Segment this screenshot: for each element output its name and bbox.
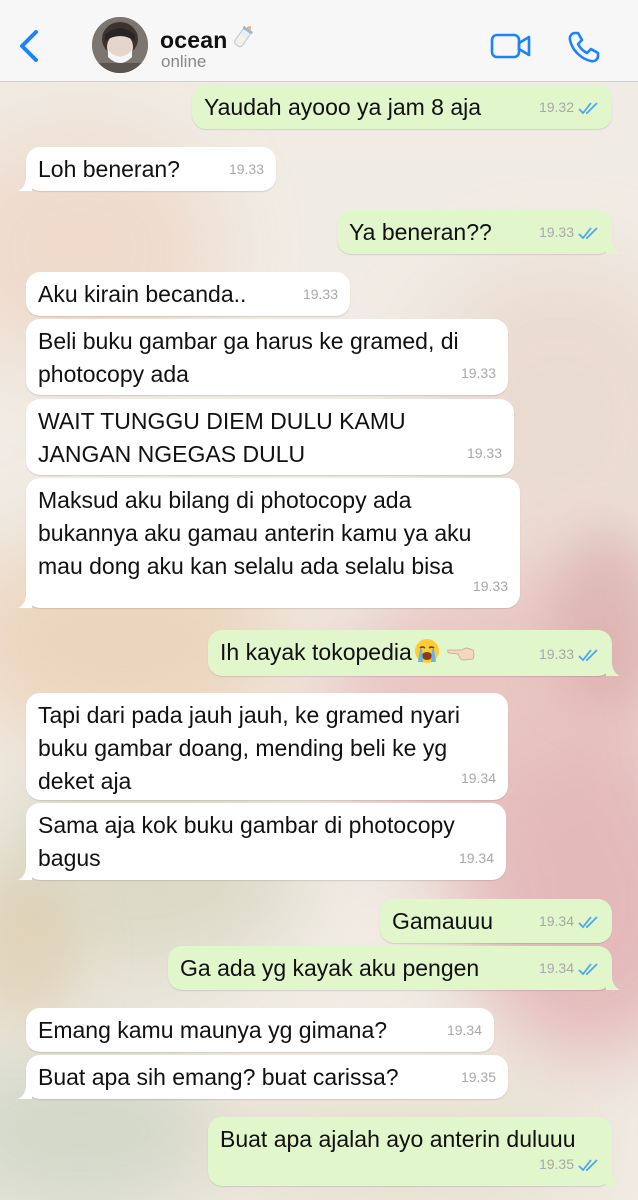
read-ticks-icon [578,915,598,928]
message-time: 19.35 [538,1156,574,1172]
message-time: 19.32 [538,99,574,115]
message-time: 19.34 [460,770,496,786]
message-meta: 19.35 [461,1061,496,1094]
message-meta: 19.34 [539,905,600,938]
video-call-icon[interactable] [490,30,532,62]
contact-name[interactable]: ocean [160,22,258,54]
message-meta: 19.33 [229,153,264,186]
contact-name-text: ocean [160,27,228,53]
incoming-message[interactable]: Tapi dari pada jauh jauh, ke gramed nyar… [26,693,508,800]
read-ticks-icon [578,226,598,239]
message-text: Aku kirain becanda.. [38,281,247,307]
message-meta: 19.32 [539,91,600,124]
bubble-tail [18,866,32,880]
message-time: 19.35 [460,1069,496,1085]
incoming-message[interactable]: Sama aja kok buku gambar di photocopy ba… [18,803,506,880]
outgoing-message[interactable]: Ga ada yg kayak aku pengen 19.34 [168,946,620,990]
message-meta: 19.34 [539,952,600,985]
message-time: 19.34 [538,960,574,976]
bubble-tail [18,177,32,191]
message-time: 19.33 [538,224,574,240]
chat-header: ocean online [0,0,638,82]
incoming-message[interactable]: WAIT TUNGGU DIEM DULU KAMU JANGAN NGEGAS… [26,399,514,475]
voice-call-icon[interactable] [566,29,602,65]
bubble-tail [18,1085,32,1099]
backhand-index-pointing-left-emoji [447,647,475,661]
message-text: Maksud aku bilang di photocopy ada bukan… [38,487,472,579]
avatar-photo [92,17,148,73]
message-text: Buat apa sih emang? buat carissa? [38,1064,399,1090]
outgoing-message[interactable]: Ih kayak tokopedia 19.33 [208,630,620,676]
message-time: 19.33 [472,578,508,594]
outgoing-message[interactable]: Yaudah ayooo ya jam 8 aja 19.32 [192,85,612,129]
back-icon[interactable] [14,28,44,64]
message-time: 19.33 [538,646,574,662]
bubble-tail [606,662,620,676]
message-time: 19.33 [228,161,264,177]
incoming-message[interactable]: Maksud aku bilang di photocopy ada bukan… [18,478,520,608]
incoming-message[interactable]: Buat apa sih emang? buat carissa? 19.35 [18,1055,508,1099]
baby-bottle-emoji [234,25,254,48]
incoming-message[interactable]: Emang kamu maunya yg gimana? 19.34 [26,1008,494,1052]
message-time: 19.33 [302,286,338,302]
incoming-message[interactable]: Loh beneran? 19.33 [18,147,276,191]
message-text: Tapi dari pada jauh jauh, ke gramed nyar… [38,702,460,794]
message-meta: 19.33 [473,570,508,603]
message-meta: 19.33 [467,437,502,470]
read-ticks-icon [578,648,598,661]
contact-status: online [161,52,207,71]
bubble-tail [18,594,32,608]
incoming-message[interactable]: Beli buku gambar ga harus ke gramed, di … [26,319,508,395]
message-time: 19.34 [538,913,574,929]
message-text: Beli buku gambar ga harus ke gramed, di … [38,328,459,387]
message-time: 19.33 [466,445,502,461]
message-text: Ga ada yg kayak aku pengen [180,955,480,981]
message-time: 19.34 [446,1022,482,1038]
message-meta: 19.33 [539,216,600,249]
message-time: 19.34 [458,850,494,866]
loudly-crying-face-emoji [414,639,439,663]
message-meta: 19.33 [461,357,496,390]
message-meta: 19.34 [459,842,494,875]
bubble-tail [606,976,620,990]
read-ticks-icon [578,962,598,975]
read-ticks-icon [578,1158,598,1171]
incoming-message[interactable]: Aku kirain becanda.. 19.33 [26,272,350,316]
outgoing-message[interactable]: Gamauuu 19.34 [380,899,612,943]
message-text: Sama aja kok buku gambar di photocopy ba… [38,812,455,871]
outgoing-message[interactable]: Ya beneran?? 19.33 [337,210,620,254]
read-ticks-icon [578,101,598,114]
message-text: WAIT TUNGGU DIEM DULU KAMU JANGAN NGEGAS… [38,408,406,467]
message-list[interactable]: Yaudah ayooo ya jam 8 aja 19.32 Loh bene… [0,82,638,1200]
outgoing-message[interactable]: Buat apa ajalah ayo anterin duluuu 19.35 [208,1117,620,1186]
message-meta: 19.35 [539,1148,600,1181]
avatar[interactable] [92,17,148,73]
message-meta: 19.34 [447,1014,482,1047]
message-meta: 19.33 [539,638,600,671]
message-text: Emang kamu maunya yg gimana? [38,1017,388,1043]
bubble-tail [606,1172,620,1186]
message-meta: 19.33 [303,278,338,311]
bubble-tail [606,240,620,254]
message-meta: 19.34 [461,762,496,795]
message-text-content: Ih kayak tokopedia [220,639,412,665]
message-time: 19.33 [460,365,496,381]
